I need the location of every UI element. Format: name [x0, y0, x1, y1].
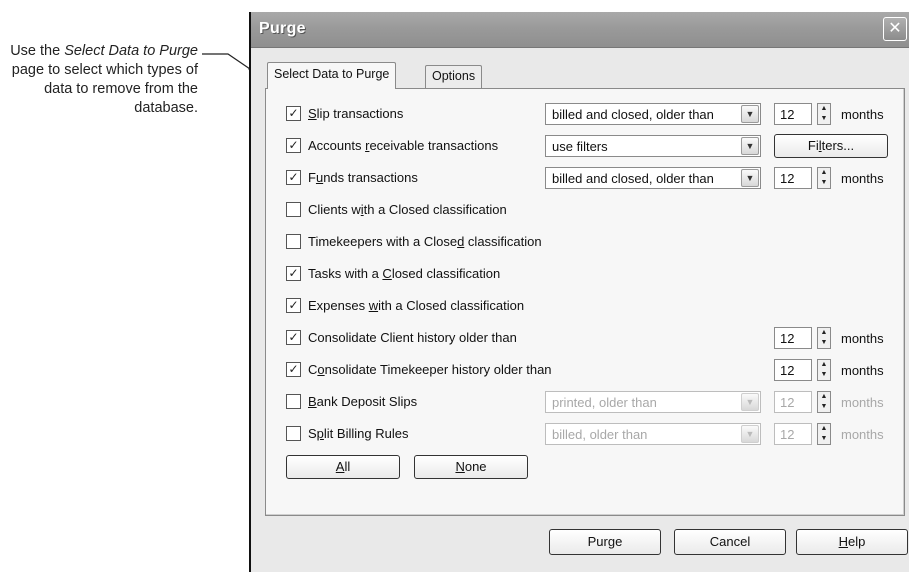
title-bar: Purge ✕: [251, 12, 909, 48]
cancel-button[interactable]: Cancel: [674, 529, 786, 555]
label-ar: Accounts receivable transactions: [308, 138, 499, 153]
callout-text: Use the Select Data to Purge page to sel…: [10, 43, 198, 116]
purge-button[interactable]: Purge: [549, 529, 661, 555]
chevron-down-icon: ▼: [741, 105, 759, 123]
tk-history-months-input[interactable]: 12: [774, 359, 812, 381]
checkbox-bank-deposit[interactable]: [286, 394, 301, 409]
split-months-input[interactable]: 12: [774, 423, 812, 445]
label-funds: Funds transactions: [308, 170, 418, 185]
label-bank-deposit: Bank Deposit Slips: [308, 394, 418, 409]
split-spinner[interactable]: ▲ ▼: [817, 423, 831, 445]
client-history-unit-label: months: [841, 331, 884, 346]
select-none-button[interactable]: None: [414, 455, 528, 479]
slip-filter-select[interactable]: billed and closed, older than ▼: [545, 103, 761, 125]
slip-unit-label: months: [841, 107, 884, 122]
funds-spinner[interactable]: ▲ ▼: [817, 167, 831, 189]
checkbox-timekeepers[interactable]: [286, 234, 301, 249]
callout-pointer: [202, 53, 252, 71]
split-unit-label: months: [841, 427, 884, 442]
bank-spinner[interactable]: ▲ ▼: [817, 391, 831, 413]
label-timekeepers: Timekeepers with a Closed classification: [308, 234, 542, 249]
funds-filter-select[interactable]: billed and closed, older than ▼: [545, 167, 761, 189]
checkbox-client-history[interactable]: ✓: [286, 330, 301, 345]
chevron-down-icon: ▼: [741, 425, 759, 443]
ar-filter-select[interactable]: use filters ▼: [545, 135, 761, 157]
label-slip: Slip transactions: [308, 106, 404, 121]
window-title: Purge: [259, 20, 306, 37]
checkbox-tasks[interactable]: ✓: [286, 266, 301, 281]
label-expenses: Expenses with a Closed classification: [308, 298, 525, 313]
tab-select-data[interactable]: Select Data to Purge: [267, 62, 397, 89]
purge-dialog: Purge ✕ Select Data to Purge Options ✓ S…: [249, 12, 909, 572]
bank-filter-select[interactable]: printed, older than ▼: [545, 391, 761, 413]
tab-options[interactable]: Options: [425, 65, 483, 89]
label-clients: Clients with a Closed classification: [308, 202, 507, 217]
funds-unit-label: months: [841, 171, 884, 186]
chevron-down-icon: ▼: [741, 169, 759, 187]
checkbox-expenses[interactable]: ✓: [286, 298, 301, 313]
filters-button[interactable]: Filters...: [774, 134, 888, 158]
label-tk-history: Consolidate Timekeeper history older tha…: [308, 362, 552, 377]
funds-months-input[interactable]: 12: [774, 167, 812, 189]
bank-unit-label: months: [841, 395, 884, 410]
slip-months-input[interactable]: 12: [774, 103, 812, 125]
checkbox-split-billing[interactable]: [286, 426, 301, 441]
select-all-button[interactable]: All: [286, 455, 400, 479]
slip-spinner[interactable]: ▲ ▼: [817, 103, 831, 125]
close-icon[interactable]: ✕: [883, 17, 907, 41]
checkbox-funds[interactable]: ✓: [286, 170, 301, 185]
checkbox-clients[interactable]: [286, 202, 301, 217]
chevron-down-icon: ▼: [741, 137, 759, 155]
checkbox-ar[interactable]: ✓: [286, 138, 301, 153]
client-history-spinner[interactable]: ▲ ▼: [817, 327, 831, 349]
checkbox-tk-history[interactable]: ✓: [286, 362, 301, 377]
client-history-months-input[interactable]: 12: [774, 327, 812, 349]
label-split-billing: Split Billing Rules: [308, 426, 409, 441]
split-filter-select[interactable]: billed, older than ▼: [545, 423, 761, 445]
tab-panel: ✓ Slip transactions billed and closed, o…: [265, 88, 905, 516]
label-client-history: Consolidate Client history older than: [308, 330, 517, 345]
label-tasks: Tasks with a Closed classification: [308, 266, 501, 281]
tk-history-unit-label: months: [841, 363, 884, 378]
bank-months-input[interactable]: 12: [774, 391, 812, 413]
checkbox-slip[interactable]: ✓: [286, 106, 301, 121]
chevron-down-icon: ▼: [741, 393, 759, 411]
tk-history-spinner[interactable]: ▲ ▼: [817, 359, 831, 381]
help-button[interactable]: Help: [796, 529, 908, 555]
